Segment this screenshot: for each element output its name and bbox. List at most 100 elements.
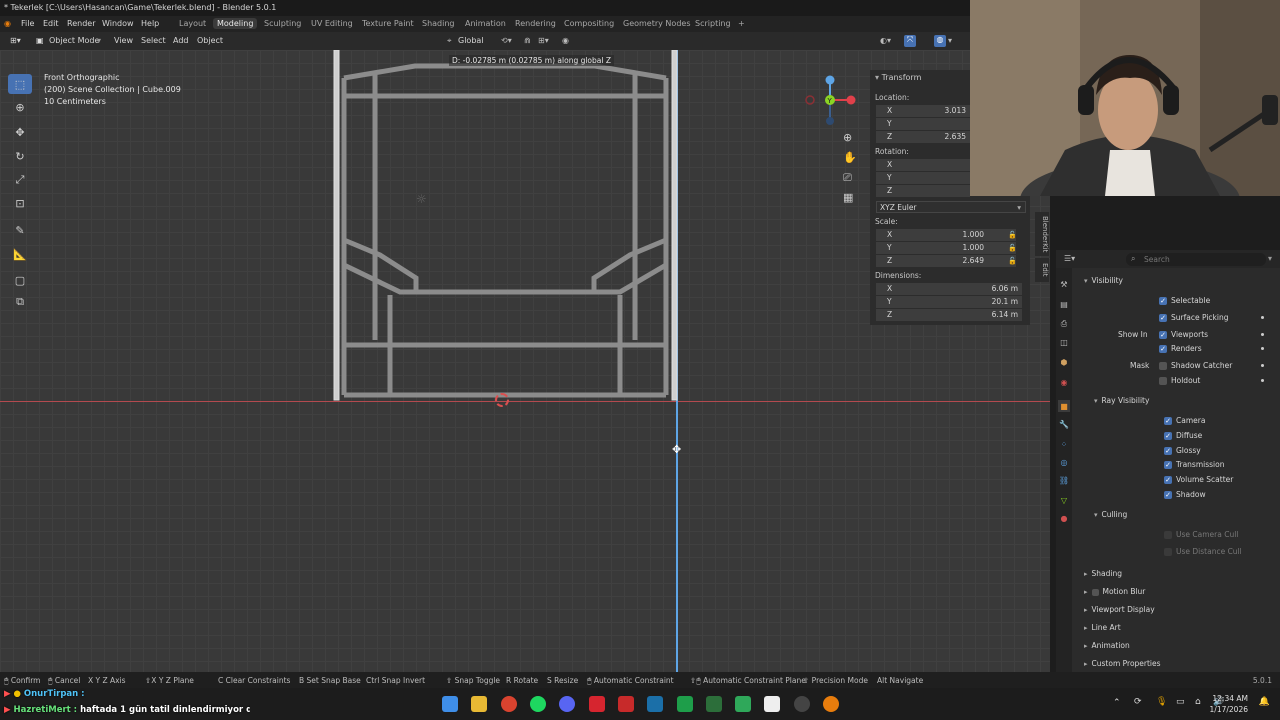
scale-y-field[interactable]: Y 1.000 xyxy=(876,242,1016,254)
snap-toggle-icon[interactable]: ⋒ xyxy=(524,36,531,45)
chevron-down-icon[interactable]: ▾ xyxy=(1268,254,1272,263)
menu-select[interactable]: Select xyxy=(141,36,166,45)
blender-logo-icon[interactable]: ◉ xyxy=(4,19,11,28)
physics-tab-icon[interactable]: ◎ xyxy=(1058,456,1070,468)
rotate-tool-icon[interactable]: ↻ xyxy=(8,146,32,166)
discord-icon[interactable] xyxy=(559,696,575,712)
menu-file[interactable]: File xyxy=(21,19,34,28)
network-icon[interactable]: ⌂ xyxy=(1195,697,1201,707)
notification-bell-icon[interactable]: 🔔 xyxy=(1259,697,1270,707)
light-object-icon[interactable]: ☼ xyxy=(416,192,427,206)
render-tab-icon[interactable]: ▤ xyxy=(1058,298,1070,310)
overlay-toggle-icon[interactable]: ◍ xyxy=(934,35,946,47)
rotation-z-field[interactable]: Z xyxy=(876,185,970,197)
tab-compositing[interactable]: Compositing xyxy=(564,19,614,28)
data-tab-icon[interactable]: ▽ xyxy=(1058,494,1070,506)
tab-rendering[interactable]: Rendering xyxy=(515,19,556,28)
chrome-icon[interactable] xyxy=(501,696,517,712)
use-camera-cull-checkbox[interactable]: Use Camera Cull xyxy=(1164,530,1238,539)
scale-tool-icon[interactable]: ⤢ xyxy=(8,170,32,190)
lock-icon[interactable]: 🔓 xyxy=(1008,257,1017,265)
visibility-section[interactable]: ▾ Visibility xyxy=(1084,276,1123,285)
line-art-section[interactable]: ▸ Line Art xyxy=(1084,623,1121,632)
camera-view-icon[interactable]: ⎚ xyxy=(843,171,852,185)
diffuse-checkbox[interactable]: ✓ Diffuse xyxy=(1164,431,1202,440)
tray-arrow-icon[interactable]: ⌃ xyxy=(1113,698,1121,708)
tab-geometry-nodes[interactable]: Geometry Nodes xyxy=(623,19,690,28)
menu-help[interactable]: Help xyxy=(141,19,159,28)
pan-hand-icon[interactable]: ✋ xyxy=(843,151,857,164)
animation-section[interactable]: ▸ Animation xyxy=(1084,641,1130,650)
constraints-tab-icon[interactable]: ⛓ xyxy=(1058,474,1070,486)
dimensions-y-field[interactable]: Y 20.1 m xyxy=(876,296,1022,308)
tab-sculpting[interactable]: Sculpting xyxy=(264,19,301,28)
output-tab-icon[interactable]: ⎙ xyxy=(1058,318,1070,330)
motion-blur-section[interactable]: ▸ Motion Blur xyxy=(1084,587,1145,596)
file-explorer-icon[interactable] xyxy=(471,696,487,712)
tab-uv-editing[interactable]: UV Editing xyxy=(311,19,353,28)
menu-window[interactable]: Window xyxy=(102,19,134,28)
tab-scripting[interactable]: Scripting xyxy=(695,19,731,28)
gizmo-toggle-icon[interactable]: ⤧ xyxy=(904,35,916,47)
sidebar-tab-blenderkit[interactable]: BlenderKit xyxy=(1035,212,1049,256)
shadow-catcher-checkbox[interactable]: Shadow Catcher xyxy=(1159,361,1232,370)
mode-dropdown[interactable]: Object Mode xyxy=(49,36,99,45)
steam-icon[interactable] xyxy=(647,696,663,712)
spotify-icon[interactable] xyxy=(530,696,546,712)
material-tab-icon[interactable]: ● xyxy=(1058,512,1070,524)
annotate-tool-icon[interactable]: ✎ xyxy=(8,220,32,240)
dimensions-x-field[interactable]: X 6.06 m xyxy=(876,283,1022,295)
sidebar-tab-edit[interactable]: Edit xyxy=(1035,258,1049,282)
orientation-dropdown[interactable]: Global xyxy=(458,36,484,45)
custom-properties-section[interactable]: ▸ Custom Properties xyxy=(1084,659,1161,668)
object-tab-icon[interactable]: ■ xyxy=(1058,400,1070,412)
app-icon[interactable] xyxy=(764,696,780,712)
modifier-tab-icon[interactable]: 🔧 xyxy=(1058,418,1070,430)
camera-checkbox[interactable]: ✓ Camera xyxy=(1164,416,1205,425)
start-menu-icon[interactable] xyxy=(442,696,458,712)
rotation-x-field[interactable]: X xyxy=(876,159,970,171)
add-workspace-button[interactable]: + xyxy=(738,19,745,28)
app-icon[interactable] xyxy=(589,696,605,712)
zoom-icon[interactable]: ⊕ xyxy=(843,131,852,144)
app-icon[interactable] xyxy=(735,696,751,712)
editor-type-icon[interactable]: ☰▾ xyxy=(1064,254,1075,263)
cursor-tool-icon[interactable]: ⊕ xyxy=(8,97,32,117)
blender-icon[interactable] xyxy=(823,696,839,712)
tab-shading[interactable]: Shading xyxy=(422,19,455,28)
selectable-checkbox[interactable]: ✓ Selectable xyxy=(1159,296,1210,305)
system-clock[interactable]: 12:34 AM 1/17/2026 xyxy=(1210,693,1248,715)
transmission-checkbox[interactable]: ✓ Transmission xyxy=(1164,460,1224,469)
shading-section[interactable]: ▸ Shading xyxy=(1084,569,1122,578)
transform-tool-icon[interactable]: ⊡ xyxy=(8,193,32,213)
measure-tool-icon[interactable]: 📐 xyxy=(8,244,32,264)
rotation-y-field[interactable]: Y xyxy=(876,172,970,184)
tab-layout[interactable]: Layout xyxy=(179,19,206,28)
renders-checkbox[interactable]: ✓ Renders xyxy=(1159,344,1202,353)
location-y-field[interactable]: Y xyxy=(876,118,970,130)
scene-tab-icon[interactable]: ⬢ xyxy=(1058,356,1070,368)
monitor-icon[interactable]: ▭ xyxy=(1176,697,1185,707)
location-z-field[interactable]: Z 2.635 xyxy=(876,131,970,143)
tab-texture-paint[interactable]: Texture Paint xyxy=(362,19,414,28)
menu-add[interactable]: Add xyxy=(173,36,189,45)
viewports-checkbox[interactable]: ✓ Viewports xyxy=(1159,330,1208,339)
holdout-checkbox[interactable]: Holdout xyxy=(1159,376,1200,385)
menu-render[interactable]: Render xyxy=(67,19,95,28)
tool-tab-icon[interactable]: ⚒ xyxy=(1058,278,1070,290)
lock-icon[interactable]: 🔓 xyxy=(1008,244,1017,252)
surface-picking-checkbox[interactable]: ✓ Surface Picking xyxy=(1159,313,1228,322)
add-cube-tool-icon[interactable]: ▢ xyxy=(8,270,32,290)
editor-type-icon[interactable]: ⊞▾ xyxy=(10,36,21,45)
ray-visibility-section[interactable]: ▾ Ray Visibility xyxy=(1094,396,1149,405)
navigation-gizmo[interactable]: Y xyxy=(804,72,864,132)
viewport-display-section[interactable]: ▸ Viewport Display xyxy=(1084,605,1155,614)
properties-search-input[interactable]: Search xyxy=(1126,253,1266,266)
tray-sync-icon[interactable]: ⟳ xyxy=(1134,697,1142,707)
rotation-mode-dropdown[interactable]: XYZ Euler ▾ xyxy=(876,201,1026,213)
volume-scatter-checkbox[interactable]: ✓ Volume Scatter xyxy=(1164,475,1233,484)
location-x-field[interactable]: X 3.013 xyxy=(876,105,970,117)
shadow-checkbox[interactable]: ✓ Shadow xyxy=(1164,490,1206,499)
overlay-dropdown-icon[interactable]: ▾ xyxy=(948,36,952,45)
scale-x-field[interactable]: X 1.000 xyxy=(876,229,1016,241)
